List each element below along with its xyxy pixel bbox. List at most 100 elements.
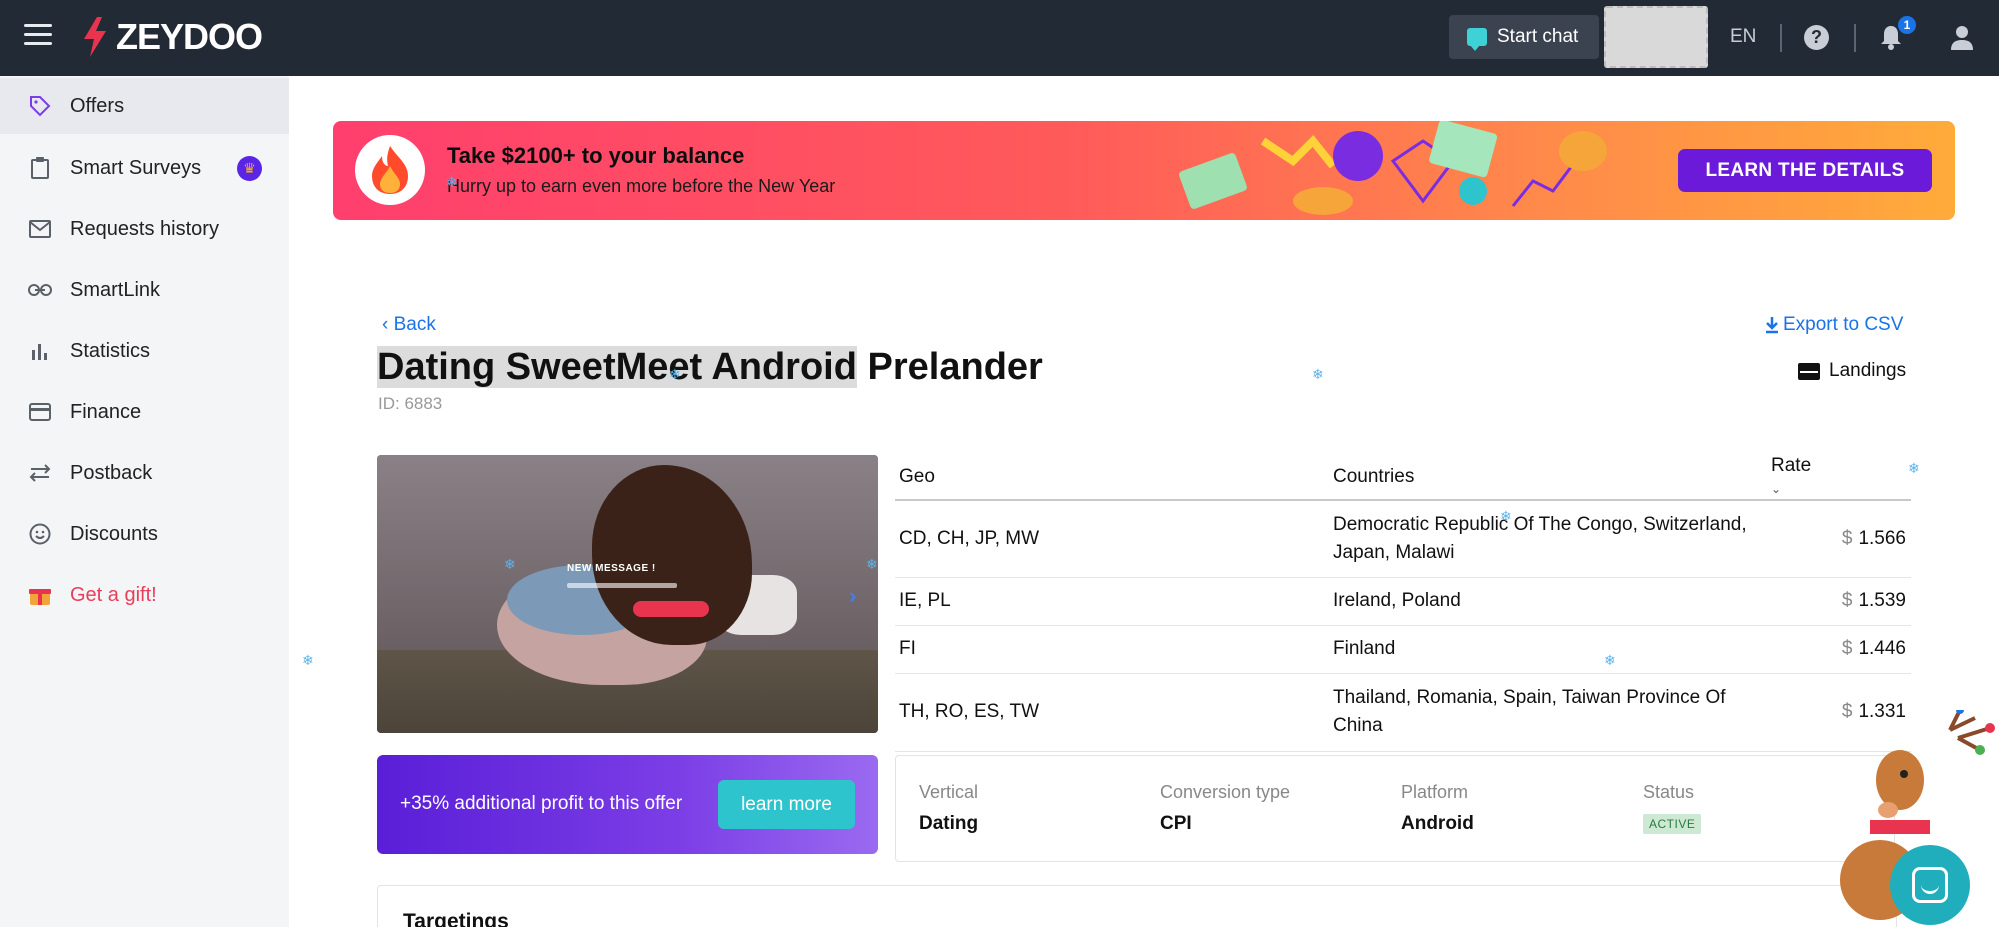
snowflake-icon: ❄	[1312, 366, 1324, 382]
money-illustration	[1179, 121, 1607, 215]
sidebar-item-smartlink[interactable]: SmartLink	[0, 262, 289, 318]
currency-symbol: $	[1841, 527, 1853, 549]
currency-symbol: $	[1841, 638, 1853, 659]
logo[interactable]: ZEYDOO	[80, 14, 263, 60]
rate-value: 1.539	[1858, 590, 1906, 611]
sidebar-item-smart-surveys[interactable]: Smart Surveys ♛	[0, 140, 289, 196]
chat-icon	[1467, 28, 1487, 51]
offer-info-card: Vertical Dating Conversion type CPI Plat…	[895, 755, 1895, 862]
sidebar-item-label: SmartLink	[70, 278, 161, 301]
sidebar-item-requests-history[interactable]: Requests history	[0, 201, 289, 257]
fire-icon	[355, 135, 425, 205]
crown-icon: ♛	[237, 156, 262, 181]
bar-chart-icon	[28, 339, 52, 363]
title-rest: Prelander	[856, 346, 1043, 388]
sidebar-item-label: Finance	[70, 400, 142, 423]
table-row: CD, CH, JP, MW Democratic Republic Of Th…	[895, 500, 1911, 578]
column-header-rate[interactable]: Rate ⌄	[1771, 455, 1911, 501]
title-highlighted: Dating SweetMeet Android	[377, 346, 857, 388]
geo-cell: TH, RO, ES, TW	[895, 673, 1329, 752]
column-header-countries: Countries	[1329, 455, 1771, 501]
banner-subtitle: Hurry up to earn even more before the Ne…	[447, 176, 836, 196]
vertical-label: Vertical	[919, 782, 979, 802]
user-icon[interactable]	[1950, 24, 1974, 50]
chat-support-button[interactable]	[1890, 845, 1970, 925]
countries-cell: Ireland, Poland	[1329, 577, 1771, 626]
rate-header-label: Rate	[1771, 455, 1812, 476]
banner-title: Take $2100+ to your balance	[447, 143, 745, 168]
countries-cell: Thailand, Romania, Spain, Taiwan Provinc…	[1329, 673, 1771, 752]
tag-icon	[28, 94, 52, 118]
snowflake-icon: ❄	[446, 174, 458, 190]
back-label: Back	[393, 314, 436, 335]
column-header-geo: Geo	[895, 455, 1329, 501]
status-label: Status	[1643, 782, 1695, 802]
sidebar-item-label: Offers	[70, 94, 125, 117]
export-label: Export to CSV	[1783, 314, 1904, 335]
countries-cell: Democratic Republic Of The Congo, Switze…	[1329, 500, 1771, 578]
table-row: FI Finland $1.446	[895, 625, 1911, 674]
sidebar-item-label: Statistics	[70, 339, 151, 362]
download-icon	[1766, 317, 1778, 334]
language-selector[interactable]: EN	[1730, 26, 1756, 48]
rate-value: 1.446	[1858, 638, 1906, 659]
sidebar-item-offers[interactable]: Offers	[0, 78, 289, 134]
chevron-down-icon: ⌄	[1771, 482, 1782, 496]
learn-the-details-button[interactable]: LEARN THE DETAILS	[1678, 149, 1932, 192]
back-link[interactable]: ‹ Back	[382, 314, 436, 336]
menu-icon[interactable]	[24, 24, 52, 48]
bolt-icon	[84, 17, 106, 57]
chevron-right-icon[interactable]: ›	[849, 583, 856, 609]
snowflake-icon: ❄	[1604, 652, 1616, 668]
promo-text: +35% additional profit to this offer	[400, 793, 683, 814]
status-badge: ACTIVE	[1643, 814, 1702, 834]
preview-message: NEW MESSAGE !	[567, 563, 656, 574]
rate-cell: $1.566	[1771, 500, 1911, 578]
rate-value: 1.566	[1858, 527, 1906, 549]
offer-id: ID: 6883	[378, 394, 443, 413]
snowflake-icon: ❄	[504, 556, 516, 572]
profit-promo: +35% additional profit to this offer lea…	[377, 755, 878, 854]
top-bar: ZEYDOO Start chat EN ? 1	[0, 0, 1999, 76]
sidebar: Offers Smart Surveys ♛ Requests history …	[0, 76, 289, 927]
snowflake-icon: ❄	[1908, 460, 1920, 476]
balance-placeholder	[1604, 6, 1708, 68]
landing-preview-image[interactable]: NEW MESSAGE ! ›	[377, 455, 878, 733]
conversion-type-field: Conversion type CPI	[1160, 782, 1290, 835]
currency-symbol: $	[1841, 590, 1853, 611]
chat-bubble-icon	[1912, 867, 1948, 903]
rates-table: Geo Countries Rate ⌄ CD, CH, JP, MW Demo…	[895, 455, 1911, 752]
sidebar-item-statistics[interactable]: Statistics	[0, 323, 289, 379]
geo-cell: IE, PL	[895, 577, 1329, 626]
swap-icon	[28, 461, 52, 485]
sidebar-item-label: Get a gift!	[70, 583, 157, 606]
start-chat-label: Start chat	[1497, 26, 1579, 47]
export-csv-link[interactable]: Export to CSV	[1765, 314, 1903, 336]
promo-banner: Take $2100+ to your balance Hurry up to …	[333, 121, 1955, 220]
sidebar-item-finance[interactable]: Finance	[0, 384, 289, 440]
sidebar-item-get-a-gift[interactable]: Get a gift!	[0, 567, 289, 623]
mail-icon	[28, 217, 52, 241]
targetings-section: Targetings	[377, 885, 1897, 927]
snowflake-icon: ❄	[866, 556, 878, 572]
rate-cell: $1.446	[1771, 625, 1911, 674]
platform-value: Android	[1401, 813, 1474, 834]
vertical-field: Vertical Dating	[919, 782, 978, 835]
landings-label: Landings	[1829, 360, 1907, 381]
gift-icon	[28, 583, 52, 607]
logo-text: ZEYDOO	[116, 16, 263, 57]
start-chat-button[interactable]: Start chat	[1449, 15, 1599, 59]
platform-field: Platform Android	[1401, 782, 1474, 835]
divider	[1780, 24, 1782, 52]
preview-text-line	[567, 583, 677, 588]
landings-button[interactable]: Landings	[1798, 360, 1906, 382]
landings-icon	[1798, 362, 1820, 380]
sidebar-item-discounts[interactable]: Discounts	[0, 506, 289, 562]
snowflake-icon: ❄	[302, 652, 314, 668]
help-icon[interactable]: ?	[1804, 25, 1829, 50]
learn-more-button[interactable]: learn more	[718, 780, 855, 829]
platform-label: Platform	[1401, 782, 1469, 802]
card-icon	[28, 400, 52, 424]
conversion-type-value: CPI	[1160, 813, 1192, 834]
sidebar-item-postback[interactable]: Postback	[0, 445, 289, 501]
